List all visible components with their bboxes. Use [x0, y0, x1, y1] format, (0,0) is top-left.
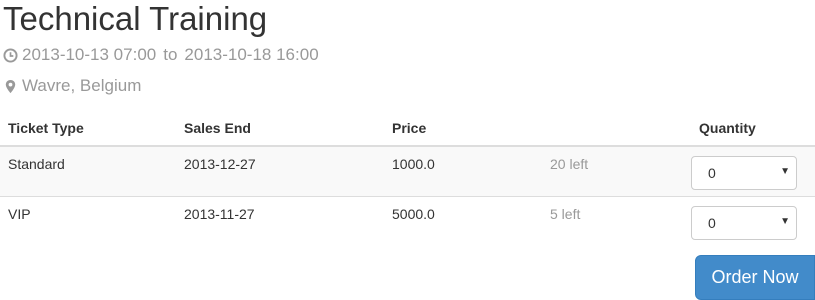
ticket-price: 5000.0 — [384, 195, 542, 246]
header-sales-end: Sales End — [176, 110, 384, 147]
event-start: 2013-10-13 07:00 — [22, 45, 157, 64]
quantity-select[interactable]: 0 ▼ — [691, 156, 797, 190]
event-location: Wavre, Belgium — [3, 76, 141, 96]
tickets-left: 5 left — [542, 195, 691, 246]
table-row: Standard 2013-12-27 1000.0 20 left 0 ▼ — [0, 145, 815, 196]
ticket-sales-end: 2013-11-27 — [176, 195, 384, 246]
header-quantity: Quantity — [691, 110, 815, 147]
table-header-row: Ticket Type Sales End Price Quantity — [0, 110, 815, 147]
ticket-sales-end: 2013-12-27 — [176, 145, 384, 196]
header-availability — [542, 110, 691, 147]
ticket-type: VIP — [0, 195, 176, 246]
event-title: Technical Training — [3, 0, 268, 37]
quantity-value: 0 — [708, 165, 716, 181]
ticket-type: Standard — [0, 145, 176, 196]
quantity-cell: 0 ▼ — [691, 145, 815, 196]
map-marker-icon — [5, 79, 16, 93]
quantity-select[interactable]: 0 ▼ — [691, 205, 797, 240]
clock-icon — [3, 47, 18, 63]
tickets-left: 20 left — [542, 145, 691, 196]
quantity-cell: 0 ▼ — [691, 195, 815, 246]
tickets-table: Ticket Type Sales End Price Quantity Sta… — [0, 110, 815, 246]
date-separator: to — [163, 45, 178, 64]
ticket-price: 1000.0 — [384, 145, 542, 196]
event-dates: 2013-10-13 07:00 to 2013-10-18 16:00 — [3, 45, 319, 65]
event-end: 2013-10-18 16:00 — [184, 45, 319, 64]
caret-down-icon: ▼ — [780, 215, 790, 227]
table-row: VIP 2013-11-27 5000.0 5 left 0 ▼ — [0, 195, 815, 246]
location-text: Wavre, Belgium — [22, 76, 142, 95]
caret-down-icon: ▼ — [780, 166, 790, 177]
quantity-value: 0 — [708, 214, 716, 231]
header-price: Price — [384, 110, 542, 147]
header-ticket-type: Ticket Type — [0, 110, 176, 147]
order-now-button[interactable]: Order Now — [695, 255, 815, 300]
